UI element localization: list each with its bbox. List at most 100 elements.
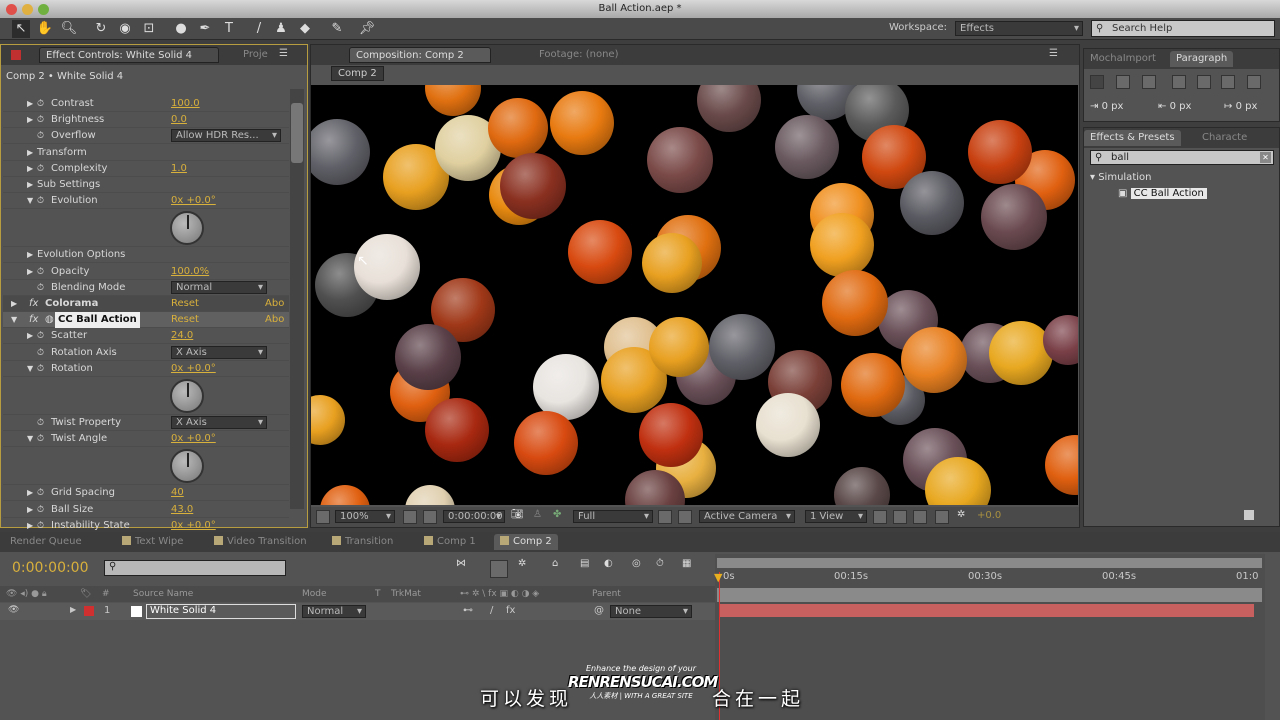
zoom-tool-icon[interactable]: 🔍︎ [60, 20, 78, 38]
twirl-arrow-icon[interactable]: ▶ [27, 177, 33, 193]
align-center-icon[interactable] [1116, 75, 1130, 89]
effect-property-row[interactable]: ▶ ⏱ Complexity 1.0 [3, 161, 289, 177]
timeline-tab[interactable]: Comp 1 [418, 534, 482, 550]
search-help-input[interactable]: ⚲ Search Help [1091, 20, 1275, 37]
indent-right[interactable]: ⇤ 0 px [1158, 101, 1191, 112]
indent-left-value[interactable]: 0 px [1102, 101, 1124, 112]
property-value[interactable]: 43.0 [171, 502, 193, 518]
twirl-arrow-icon[interactable]: ▶ [27, 145, 33, 161]
property-value[interactable]: 0x +0.0° [171, 361, 216, 377]
effect-property-row[interactable]: ▶ ⏱ Opacity 100.0% [3, 264, 289, 280]
angle-dial[interactable] [170, 449, 204, 484]
close-window-button[interactable] [6, 4, 17, 15]
property-value[interactable]: 100.0 [171, 96, 200, 112]
minimize-window-button[interactable] [22, 4, 33, 15]
twirl-arrow-icon[interactable]: ▶ [27, 328, 33, 344]
about-link[interactable]: Abo [265, 312, 284, 328]
twirl-arrow-icon[interactable]: ▶ [27, 161, 33, 177]
property-value[interactable]: 0x +0.0° [171, 193, 216, 209]
eraser-tool-icon[interactable]: ◆ [296, 20, 314, 38]
toggle-grid-icon[interactable] [678, 510, 692, 524]
tab-effect-controls[interactable]: Effect Controls: White Solid 4 [39, 47, 219, 63]
twirl-arrow-icon[interactable]: ▶ [27, 112, 33, 128]
roto-brush-tool-icon[interactable]: ✎ [328, 20, 346, 38]
timeline-tab[interactable]: Render Queue [4, 534, 88, 550]
stopwatch-icon[interactable]: ⏱ [37, 415, 44, 431]
resolution-dropdown[interactable]: Full [573, 510, 653, 523]
justify-center-icon[interactable] [1197, 75, 1211, 89]
comp-navigator-button[interactable]: Comp 2 [331, 66, 384, 81]
tab-project[interactable]: Proje [237, 47, 274, 63]
angle-dial[interactable] [170, 211, 204, 246]
stopwatch-icon[interactable]: ⏱ [37, 112, 44, 128]
tab-footage[interactable]: Footage: (none) [533, 47, 624, 63]
scrollbar-thumb[interactable] [291, 103, 303, 163]
show-snapshot-icon[interactable]: ♙ [533, 509, 542, 520]
effect-switch-icon[interactable]: fx [506, 605, 515, 616]
brainstorm-icon[interactable]: ◎ [632, 558, 641, 569]
fast-previews-icon[interactable] [658, 510, 672, 524]
camera-dropdown[interactable]: Active Camera [699, 510, 795, 523]
property-dropdown[interactable]: X Axis [171, 416, 267, 429]
justify-all-icon[interactable] [1247, 75, 1261, 89]
always-preview-icon[interactable] [316, 510, 330, 524]
exposure-icon[interactable]: ✲ [957, 509, 965, 520]
stopwatch-icon[interactable]: ⏱ [37, 161, 44, 177]
workspace-dropdown[interactable]: Effects [955, 21, 1083, 36]
live-update-icon[interactable] [490, 560, 508, 578]
comp-mini-flowchart-icon[interactable]: ⋈ [456, 558, 466, 569]
effect-property-row[interactable]: ⏱ Blending Mode Normal [3, 280, 289, 296]
layer-row[interactable]: 👁︎ ▶ 1 White Solid 4 Normal ⊷ / fx @ Non… [0, 603, 715, 620]
effect-property-row[interactable]: ▶ fx Colorama Reset Abo [3, 296, 289, 312]
graph-editor-icon[interactable]: ▦ [682, 558, 691, 569]
draft-3d-icon[interactable]: ✲ [518, 558, 526, 569]
stopwatch-icon[interactable]: ⏱ [37, 280, 44, 296]
stopwatch-icon[interactable]: ⏱ [37, 431, 44, 447]
blend-mode-dropdown[interactable]: Normal [302, 605, 366, 618]
column-source-name[interactable]: Source Name [133, 586, 193, 602]
timeline-tab[interactable]: Text Wipe [116, 534, 189, 550]
category-simulation[interactable]: ▾ Simulation [1090, 172, 1151, 183]
type-tool-icon[interactable]: T [220, 20, 238, 38]
brush-tool-icon[interactable]: / [250, 20, 268, 38]
property-value[interactable]: 0.0 [171, 112, 187, 128]
effect-item-cc-ball-action[interactable]: ▣ CC Ball Action [1118, 188, 1207, 199]
current-time-display[interactable]: 0:00:00:00 [12, 560, 89, 576]
pixel-aspect-icon[interactable] [873, 510, 887, 524]
tab-character[interactable]: Characte [1196, 130, 1253, 146]
effects-search-input[interactable]: ⚲ ball ✕ [1090, 150, 1274, 165]
timeline-tab[interactable]: Video Transition [208, 534, 313, 550]
angle-dial[interactable] [170, 379, 204, 413]
clone-stamp-tool-icon[interactable]: ♟ [272, 20, 290, 38]
effect-property-row[interactable]: ⏱ Rotation Axis X Axis [3, 345, 289, 361]
twirl-arrow-icon[interactable]: ▶ [11, 296, 17, 312]
shy-switch-icon[interactable]: ⊷ [463, 605, 473, 616]
motion-blur-icon[interactable]: ◐ [604, 558, 613, 569]
stopwatch-icon[interactable]: ⏱ [37, 361, 44, 377]
effect-property-row[interactable]: ▼ ⏱ Rotation 0x +0.0° [3, 361, 289, 377]
property-value[interactable]: 40 [171, 485, 184, 501]
frame-blending-icon[interactable]: ▤ [580, 558, 589, 569]
fx-icon[interactable]: fx [29, 312, 38, 328]
quality-switch-icon[interactable]: / [490, 605, 493, 616]
camera-tool-icon[interactable]: ◉ [116, 20, 134, 38]
panel-close-icon[interactable] [11, 50, 21, 60]
composition-viewer[interactable]: ↖ [311, 85, 1078, 505]
puppet-pin-tool-icon[interactable]: 📌︎ [358, 20, 376, 38]
visibility-eye-icon[interactable]: 👁︎ [8, 605, 19, 615]
time-ruler[interactable]: 0s 00:15s 00:30s 00:45s 01:0 [715, 568, 1265, 586]
effect-property-row[interactable]: ▶ Evolution Options [3, 247, 289, 264]
stopwatch-icon[interactable]: ⏱ [37, 96, 44, 112]
about-link[interactable]: Abo [265, 296, 284, 312]
effect-property-row[interactable]: ▼ fx ◍ CC Ball Action Reset Abo [3, 312, 289, 329]
exposure-value[interactable]: +0.0 [977, 510, 1001, 521]
effect-controls-scrollbar[interactable] [290, 89, 304, 509]
hand-tool-icon[interactable]: ✋ [36, 20, 54, 38]
layer-twirl-icon[interactable]: ▶ [70, 605, 76, 614]
stopwatch-icon[interactable]: ⏱ [37, 128, 44, 144]
tab-mochaimport[interactable]: MochaImport [1084, 51, 1162, 67]
effect-property-row[interactable]: ⏱ Overflow Allow HDR Res... [3, 128, 289, 145]
property-value[interactable]: 24.0 [171, 328, 193, 344]
effect-property-row[interactable]: ▶ ⏱ Scatter 24.0 [3, 328, 289, 345]
indent-left[interactable]: ⇥ 0 px [1090, 101, 1123, 112]
